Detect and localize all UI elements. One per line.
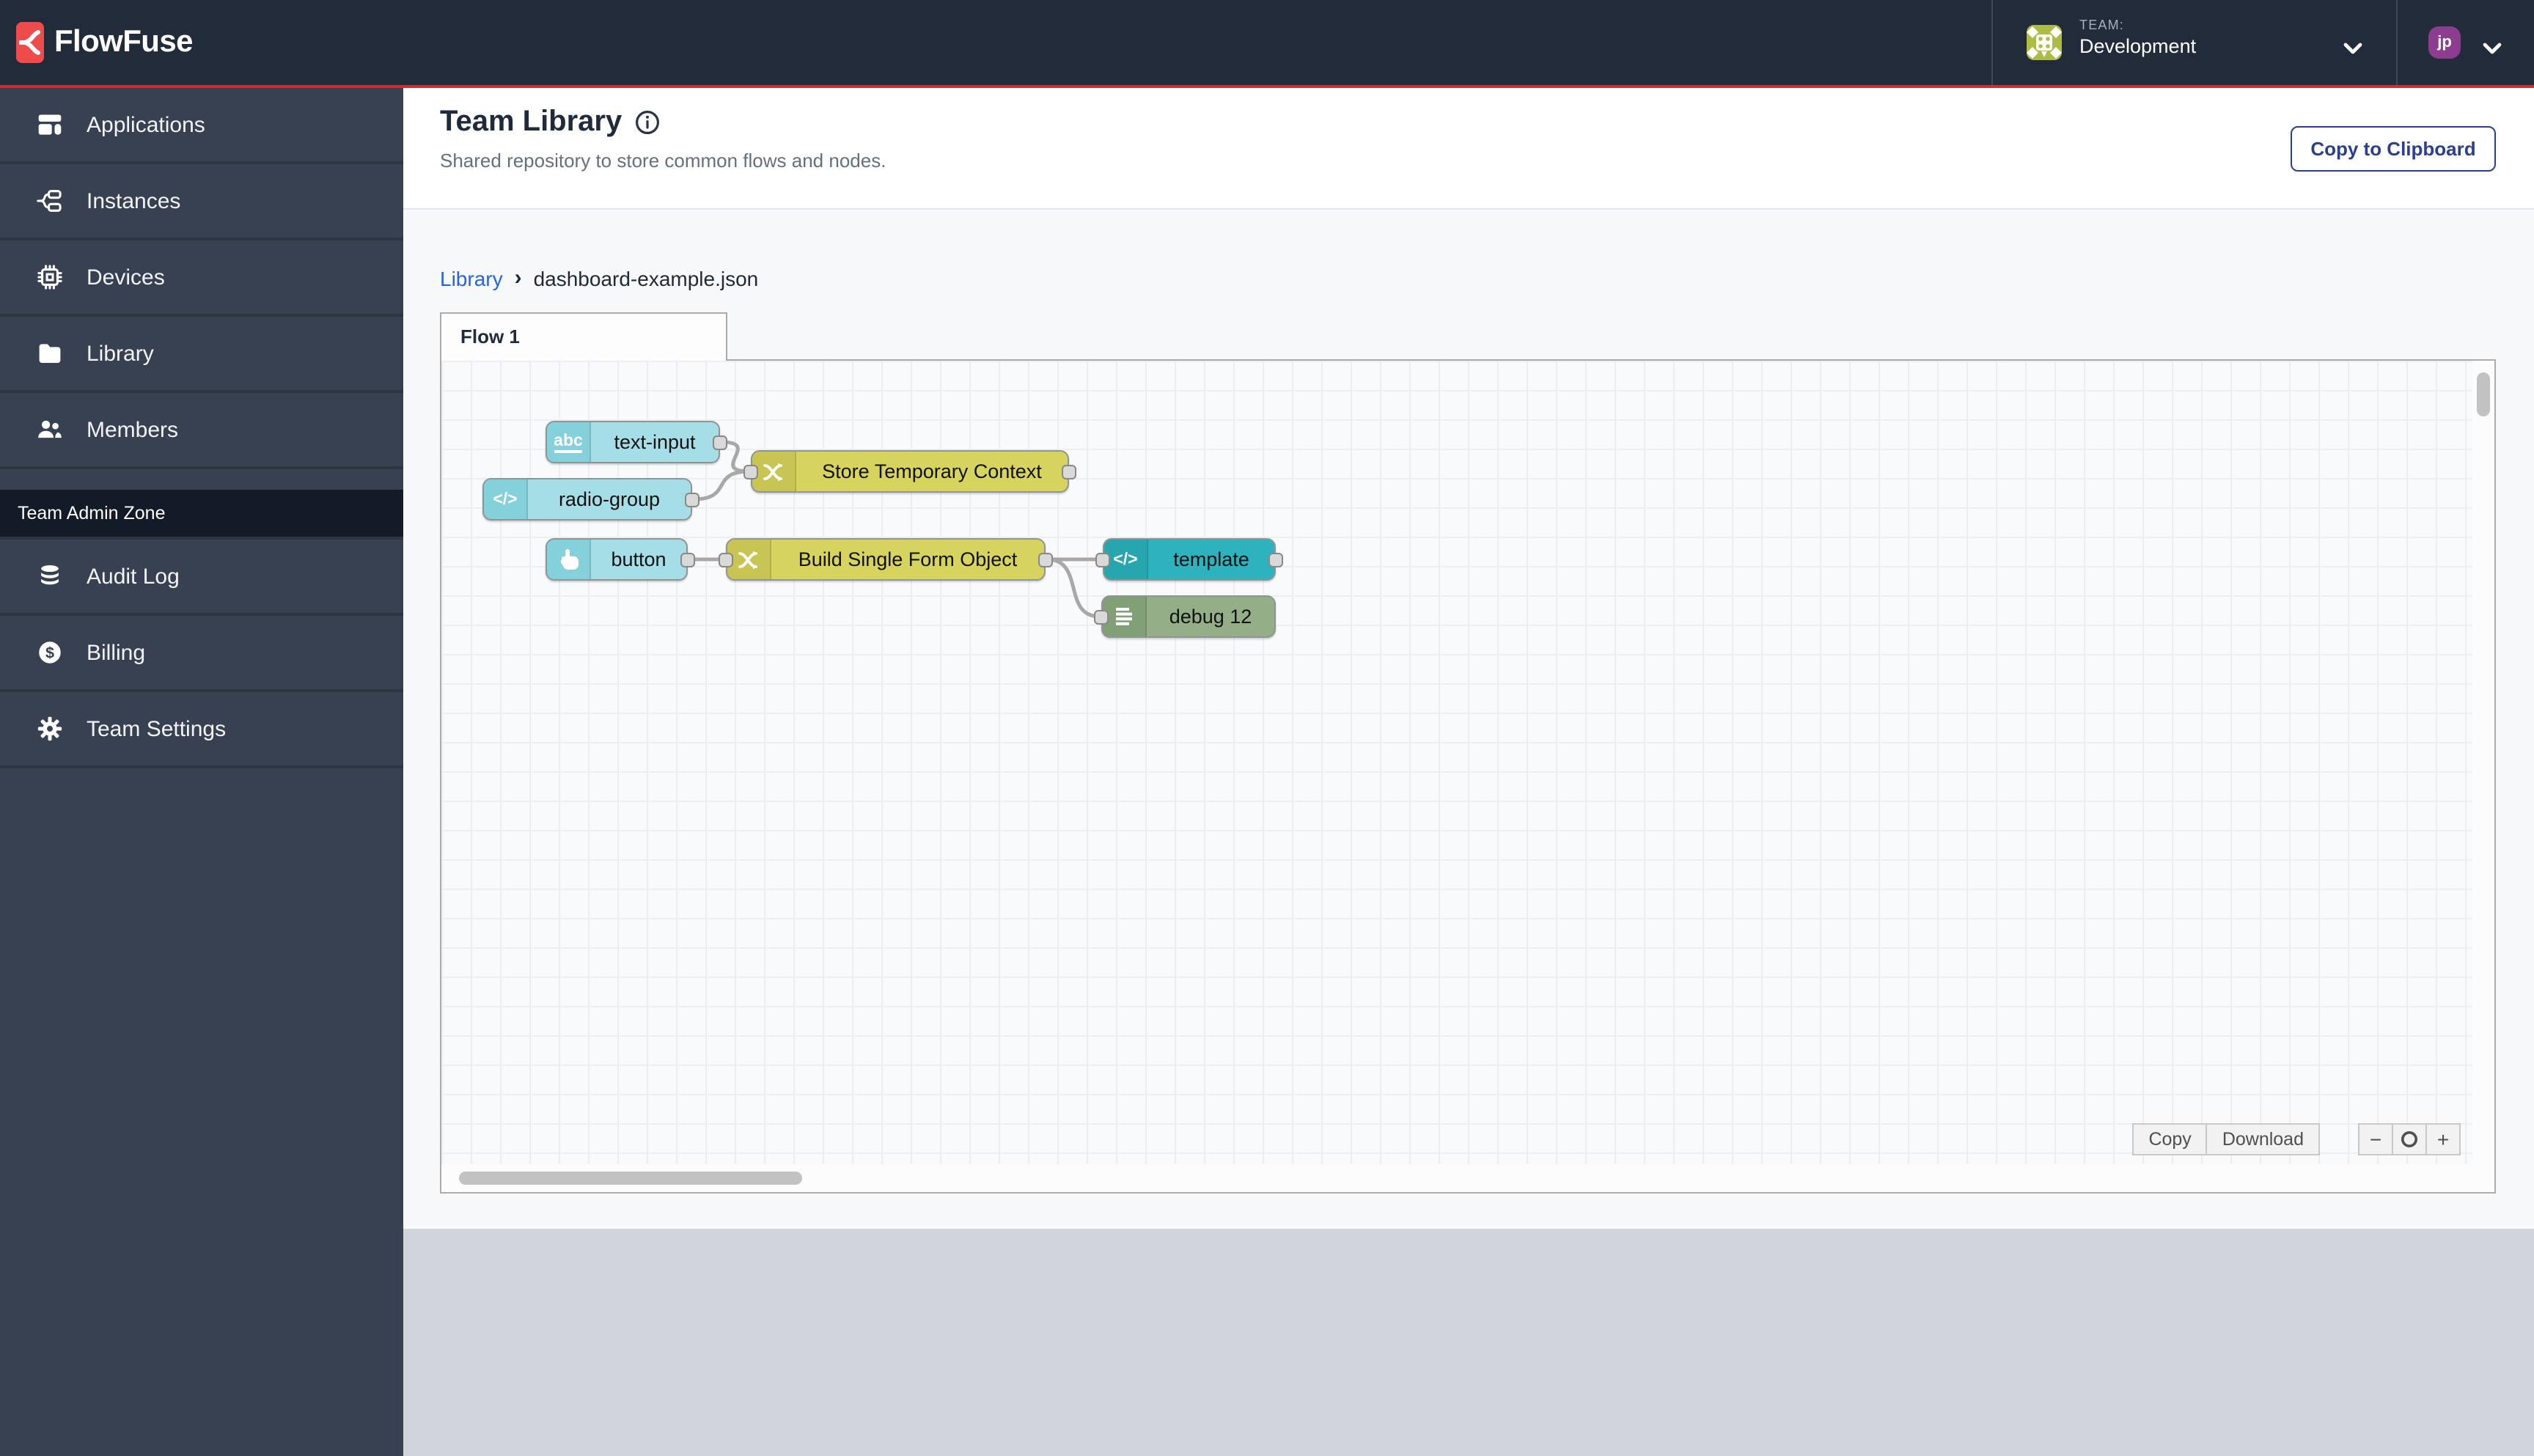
- top-navbar: FlowFuse TEAM: Development jp: [0, 0, 2534, 85]
- node-label: radio-group: [558, 488, 661, 510]
- node-label: text-input: [614, 431, 696, 453]
- node-label: debug 12: [1169, 606, 1252, 628]
- user-chevron-down-icon[interactable]: [2483, 37, 2502, 63]
- sidebar-item-label: Audit Log: [87, 564, 180, 589]
- flow-node-store-temporary-context[interactable]: Store Temporary Context: [743, 450, 1076, 493]
- applications-icon: [38, 114, 62, 135]
- code-icon: </>: [484, 479, 528, 519]
- sidebar: Applications Instances Devices Library M…: [0, 88, 403, 1456]
- output-port[interactable]: [680, 552, 695, 567]
- zoom-reset-circle-icon: [2401, 1131, 2417, 1147]
- flowfuse-logo-icon: [16, 22, 44, 63]
- folder-icon: [39, 344, 61, 363]
- tab-flow-1[interactable]: Flow 1: [440, 312, 727, 361]
- accent-line: [0, 85, 2534, 88]
- canvas-zoom-controls: − +: [2358, 1123, 2461, 1155]
- flow-node-debug-12[interactable]: debug 12: [1094, 595, 1276, 638]
- sidebar-item-devices[interactable]: Devices: [0, 240, 403, 317]
- node-label: Store Temporary Context: [822, 460, 1042, 482]
- zoom-reset-button[interactable]: [2392, 1123, 2427, 1155]
- output-port[interactable]: [1062, 464, 1076, 479]
- shuffle-icon: [752, 452, 796, 491]
- output-port[interactable]: [685, 492, 699, 507]
- flow-node-button[interactable]: button: [546, 538, 695, 581]
- code-icon: </>: [1104, 540, 1148, 579]
- sidebar-item-applications[interactable]: Applications: [0, 88, 403, 164]
- svg-text:$: $: [45, 644, 54, 662]
- input-port[interactable]: [719, 552, 733, 567]
- canvas-export-buttons: Copy Download: [2132, 1123, 2320, 1155]
- sidebar-item-label: Devices: [87, 265, 165, 290]
- canvas-copy-button[interactable]: Copy: [2132, 1123, 2208, 1155]
- database-icon: [41, 565, 59, 585]
- gear-icon: [37, 716, 62, 741]
- copy-to-clipboard-button[interactable]: Copy to Clipboard: [2291, 126, 2496, 172]
- sidebar-item-label: Members: [87, 417, 179, 442]
- page-subtitle: Shared repository to store common flows …: [440, 150, 886, 172]
- flow-node-text-input[interactable]: abc text-input: [546, 421, 727, 463]
- users-icon: [38, 420, 62, 438]
- sidebar-item-label: Billing: [87, 640, 146, 665]
- input-port[interactable]: [1094, 609, 1109, 624]
- zoom-in-button[interactable]: +: [2425, 1123, 2461, 1155]
- breadcrumb: Library › dashboard-example.json: [440, 265, 758, 290]
- team-admin-zone-label: Team Admin Zone: [0, 490, 403, 540]
- app-window: FlowFuse TEAM: Development jp Applicatio…: [0, 0, 2534, 1456]
- team-name: Development: [2079, 35, 2197, 57]
- vertical-scrollbar-thumb[interactable]: [2477, 372, 2490, 416]
- sidebar-item-label: Applications: [87, 112, 205, 137]
- node-label: button: [611, 548, 666, 570]
- flow-node-radio-group[interactable]: </> radio-group: [482, 478, 699, 521]
- sidebar-item-label: Team Settings: [87, 716, 227, 741]
- instances-icon: [37, 190, 62, 212]
- output-port[interactable]: [713, 435, 727, 449]
- devices-icon: [37, 265, 62, 290]
- header-divider: [2396, 0, 2398, 85]
- info-icon[interactable]: [635, 110, 660, 135]
- sidebar-item-instances[interactable]: Instances: [0, 164, 403, 240]
- sidebar-item-audit-log[interactable]: Audit Log: [0, 540, 403, 616]
- list-icon: [1103, 597, 1147, 636]
- abc-icon: abc: [547, 422, 591, 462]
- input-port[interactable]: [743, 464, 758, 479]
- header-divider: [1991, 0, 1993, 85]
- flowfuse-logo[interactable]: FlowFuse: [16, 22, 194, 63]
- sidebar-item-billing[interactable]: $ Billing: [0, 616, 403, 692]
- flow-node-template[interactable]: </> template: [1095, 538, 1283, 581]
- page-title: Team Library: [440, 106, 623, 138]
- page-header-band: [403, 88, 2534, 210]
- team-label: TEAM:: [2079, 18, 2125, 32]
- breadcrumb-chevron-icon: ›: [514, 265, 522, 290]
- flow-node-build-single-form-object[interactable]: Build Single Form Object: [719, 538, 1053, 581]
- dollar-icon: $: [39, 641, 61, 663]
- output-port[interactable]: [1038, 552, 1053, 567]
- horizontal-scrollbar-thumb[interactable]: [459, 1172, 802, 1185]
- team-chevron-down-icon[interactable]: [2343, 37, 2362, 63]
- flow-canvas[interactable]: abc text-input </> radio-group Store Tem…: [440, 359, 2496, 1194]
- sidebar-item-label: Instances: [87, 188, 181, 213]
- user-avatar[interactable]: jp: [2428, 26, 2461, 59]
- input-port[interactable]: [1095, 552, 1110, 567]
- output-port[interactable]: [1268, 552, 1283, 567]
- user-initials: jp: [2437, 34, 2452, 51]
- breadcrumb-library-link[interactable]: Library: [440, 266, 503, 290]
- team-avatar[interactable]: [2027, 25, 2062, 60]
- sidebar-item-members[interactable]: Members: [0, 393, 403, 469]
- brand-name: FlowFuse: [54, 25, 194, 59]
- canvas-grid: [441, 361, 2472, 1164]
- shuffle-icon: [727, 540, 771, 579]
- breadcrumb-current-file: dashboard-example.json: [533, 266, 759, 290]
- node-label: template: [1173, 548, 1249, 570]
- pointer-icon: [547, 540, 591, 579]
- canvas-download-button[interactable]: Download: [2206, 1123, 2320, 1155]
- page-footer-band: [403, 1228, 2534, 1456]
- team-selector[interactable]: TEAM: Development: [2079, 18, 2196, 57]
- sidebar-item-library[interactable]: Library: [0, 317, 403, 393]
- node-label: Build Single Form Object: [798, 548, 1018, 570]
- sidebar-item-label: Library: [87, 341, 154, 366]
- zoom-out-button[interactable]: −: [2358, 1123, 2393, 1155]
- sidebar-item-team-settings[interactable]: Team Settings: [0, 692, 403, 768]
